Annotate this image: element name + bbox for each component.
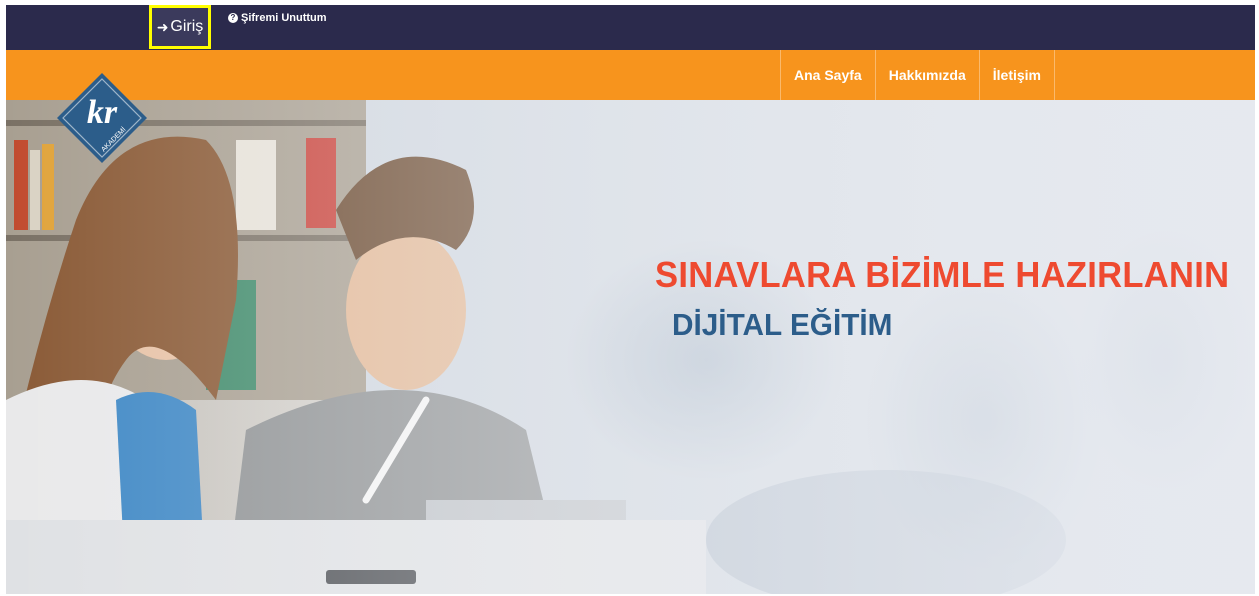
hero-banner: SINAVLARA BİZİMLE HAZIRLANIN DİJİTAL EĞİ… [6,100,1255,594]
top-bar: ➜ Giriş ? Şifremi Unuttum [6,5,1255,50]
main-nav-bar: Ana Sayfa Hakkımızda İletişim [6,50,1255,100]
forgot-password-link[interactable]: ? Şifremi Unuttum [228,12,327,24]
nav-item-about[interactable]: Hakkımızda [874,50,979,100]
hero-headline: SINAVLARA BİZİMLE HAZIRLANIN [655,254,1230,295]
nav-item-home[interactable]: Ana Sayfa [780,50,875,100]
logo-mark: kr [87,94,118,131]
login-label: Giriş [170,18,204,35]
forgot-password-label: Şifremi Unuttum [241,12,327,24]
hero-photo-students [6,100,1255,594]
sign-in-icon: ➜ [156,18,169,35]
login-button[interactable]: ➜ Giriş [149,5,211,49]
nav-item-contact[interactable]: İletişim [978,50,1055,100]
hero-subline: DİJİTAL EĞİTİM [672,307,893,342]
site-logo[interactable]: kr AKADEMİ [55,71,149,165]
nav-menu: Ana Sayfa Hakkımızda İletişim [780,50,1055,100]
question-circle-icon: ? [228,13,238,23]
